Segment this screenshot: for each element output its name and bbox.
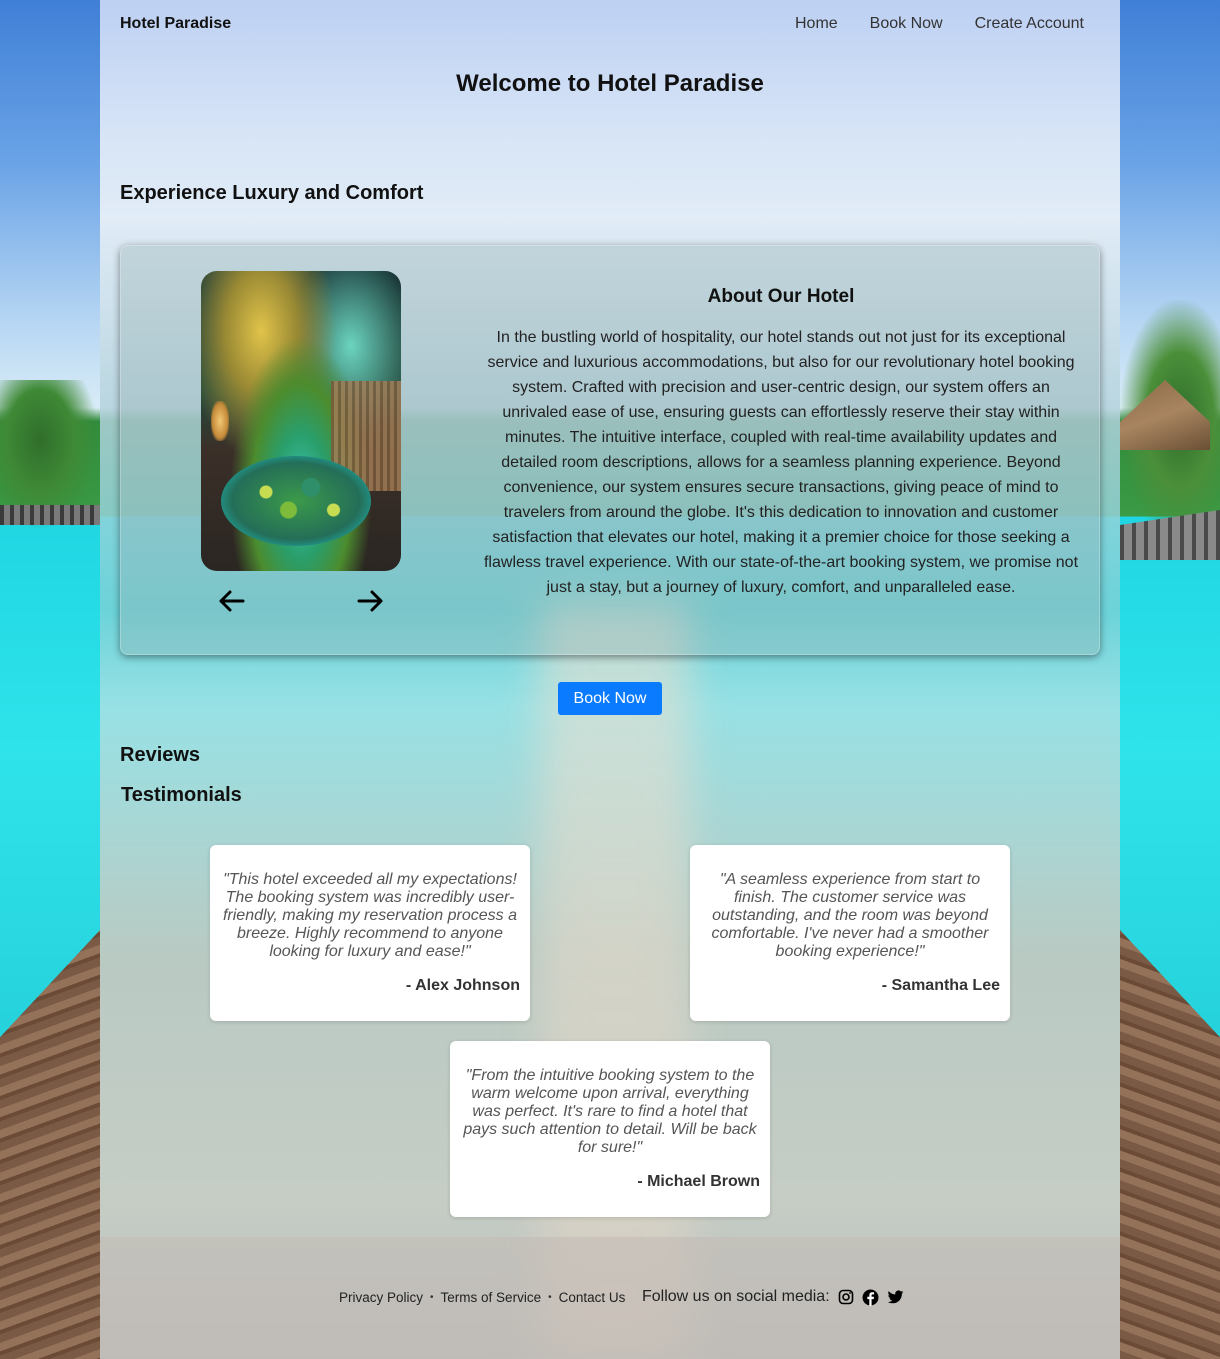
testimonial-card: "A seamless experience from start to fin… xyxy=(690,845,1010,1021)
lamp-decor xyxy=(211,401,229,441)
nav-home[interactable]: Home xyxy=(795,15,838,33)
terms-of-service-link[interactable]: Terms of Service xyxy=(441,1290,542,1305)
footer-separator: • xyxy=(548,1292,552,1303)
book-now-button[interactable]: Book Now xyxy=(558,682,662,715)
testimonial-card: "This hotel exceeded all my expectations… xyxy=(210,845,530,1021)
footer-separator: • xyxy=(430,1292,434,1303)
footer-links: Privacy Policy • Terms of Service • Cont… xyxy=(339,1290,625,1305)
facebook-icon[interactable] xyxy=(862,1288,880,1306)
brand-logo[interactable]: Hotel Paradise xyxy=(120,15,231,33)
section-heading: Experience Luxury and Comfort xyxy=(120,182,424,204)
bed-decor xyxy=(221,456,371,546)
room-image-slide xyxy=(201,271,401,571)
nav-book-now[interactable]: Book Now xyxy=(870,15,943,33)
contact-us-link[interactable]: Contact Us xyxy=(559,1290,626,1305)
testimonial-quote: "From the intuitive booking system to th… xyxy=(463,1067,757,1156)
testimonial-author: - Michael Brown xyxy=(637,1173,760,1190)
testimonial-quote: "This hotel exceeded all my expectations… xyxy=(222,871,518,960)
arrow-left-icon[interactable] xyxy=(216,586,246,616)
social-media: Follow us on social media: xyxy=(642,1288,905,1306)
testimonial-author: - Samantha Lee xyxy=(881,977,1000,994)
dock-planks-left xyxy=(0,930,100,1359)
dock-planks-right xyxy=(1120,930,1220,1359)
social-label: Follow us on social media: xyxy=(642,1288,830,1305)
top-nav: Home Book Now Create Account xyxy=(795,15,1084,33)
testimonial-quote: "A seamless experience from start to fin… xyxy=(711,871,989,960)
main-container: Hotel Paradise Home Book Now Create Acco… xyxy=(100,0,1120,1359)
arrow-right-icon[interactable] xyxy=(356,586,386,616)
about-card: About Our Hotel In the bustling world of… xyxy=(120,245,1100,655)
page-title: Welcome to Hotel Paradise xyxy=(456,70,764,97)
reviews-heading: Reviews xyxy=(120,744,201,766)
testimonial-card: "From the intuitive booking system to th… xyxy=(450,1041,770,1217)
about-text: In the bustling world of hospitality, ou… xyxy=(483,329,1079,596)
footer: Privacy Policy • Terms of Service • Cont… xyxy=(100,1237,1120,1359)
instagram-icon[interactable] xyxy=(837,1288,855,1306)
nav-create-account[interactable]: Create Account xyxy=(975,15,1084,33)
testimonial-author: - Alex Johnson xyxy=(405,977,520,994)
testimonials-heading: Testimonials xyxy=(121,784,242,806)
about-title: About Our Hotel xyxy=(707,286,855,307)
twitter-icon[interactable] xyxy=(887,1288,905,1306)
pier-left xyxy=(0,505,100,525)
privacy-policy-link[interactable]: Privacy Policy xyxy=(339,1290,423,1305)
